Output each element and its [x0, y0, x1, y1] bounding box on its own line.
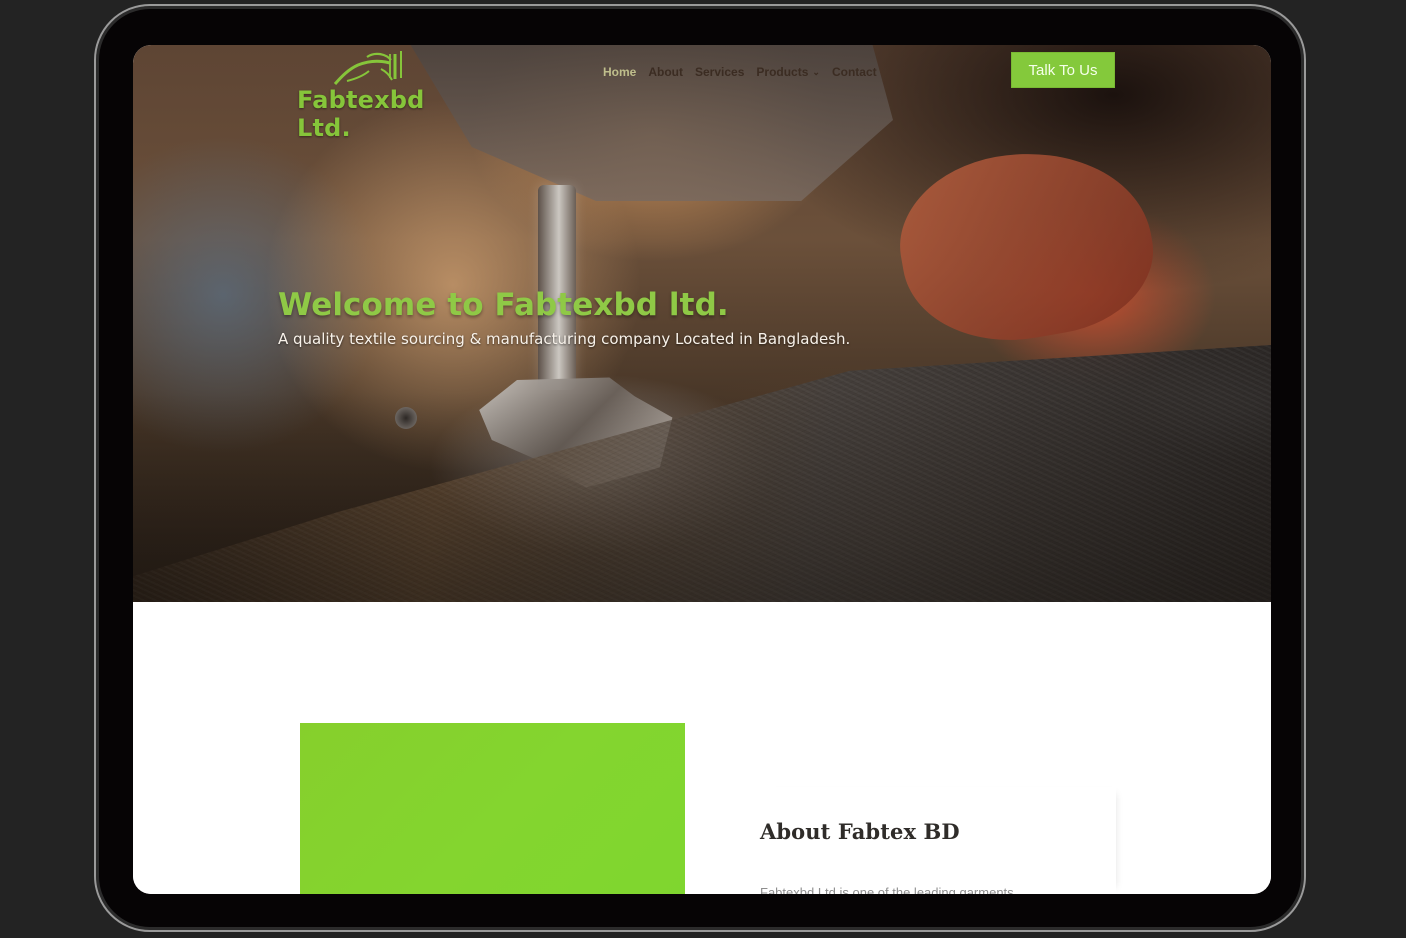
site-header: Fabtexbd Ltd. Home About Services Produc…: [133, 45, 1271, 142]
sewing-machine-logo-icon: [333, 51, 402, 85]
nav-item-about[interactable]: About: [648, 65, 683, 79]
about-title: About Fabtex BD: [760, 819, 960, 845]
hero-banner: Fabtexbd Ltd. Home About Services Produc…: [133, 45, 1271, 602]
about-image-placeholder: [300, 723, 685, 894]
main-navigation: Home About Services Products ⌄ Contact: [603, 65, 877, 79]
fabric-texture: [133, 345, 1271, 602]
nav-item-products-label: Products: [756, 65, 809, 79]
hero-copy: Welcome to Fabtexbd ltd. A quality texti…: [278, 287, 850, 348]
chevron-down-icon: ⌄: [812, 66, 820, 77]
hero-subtitle: A quality textile sourcing & manufacturi…: [278, 330, 851, 348]
about-section: About Fabtex BD Fabtexbd Ltd is one of t…: [133, 602, 1271, 894]
browser-viewport: Fabtexbd Ltd. Home About Services Produc…: [133, 45, 1271, 894]
hand-image: [886, 132, 1166, 359]
nav-item-services[interactable]: Services: [695, 65, 744, 79]
nav-item-products[interactable]: Products ⌄: [756, 65, 820, 79]
talk-to-us-button[interactable]: Talk To Us: [1011, 52, 1115, 88]
machine-plate-screw: [395, 407, 417, 429]
brand-logo-text: Fabtexbd Ltd.: [297, 86, 425, 142]
brand-logo-link[interactable]: Fabtexbd Ltd.: [297, 51, 467, 142]
presser-foot: [479, 377, 673, 488]
nav-item-home[interactable]: Home: [603, 65, 636, 79]
hero-title: Welcome to Fabtexbd ltd.: [278, 287, 729, 323]
nav-item-contact[interactable]: Contact: [832, 65, 877, 79]
about-description: Fabtexbd Ltd is one of the leading garme…: [760, 885, 1014, 894]
page-stage: Fabtexbd Ltd. Home About Services Produc…: [0, 0, 1406, 938]
